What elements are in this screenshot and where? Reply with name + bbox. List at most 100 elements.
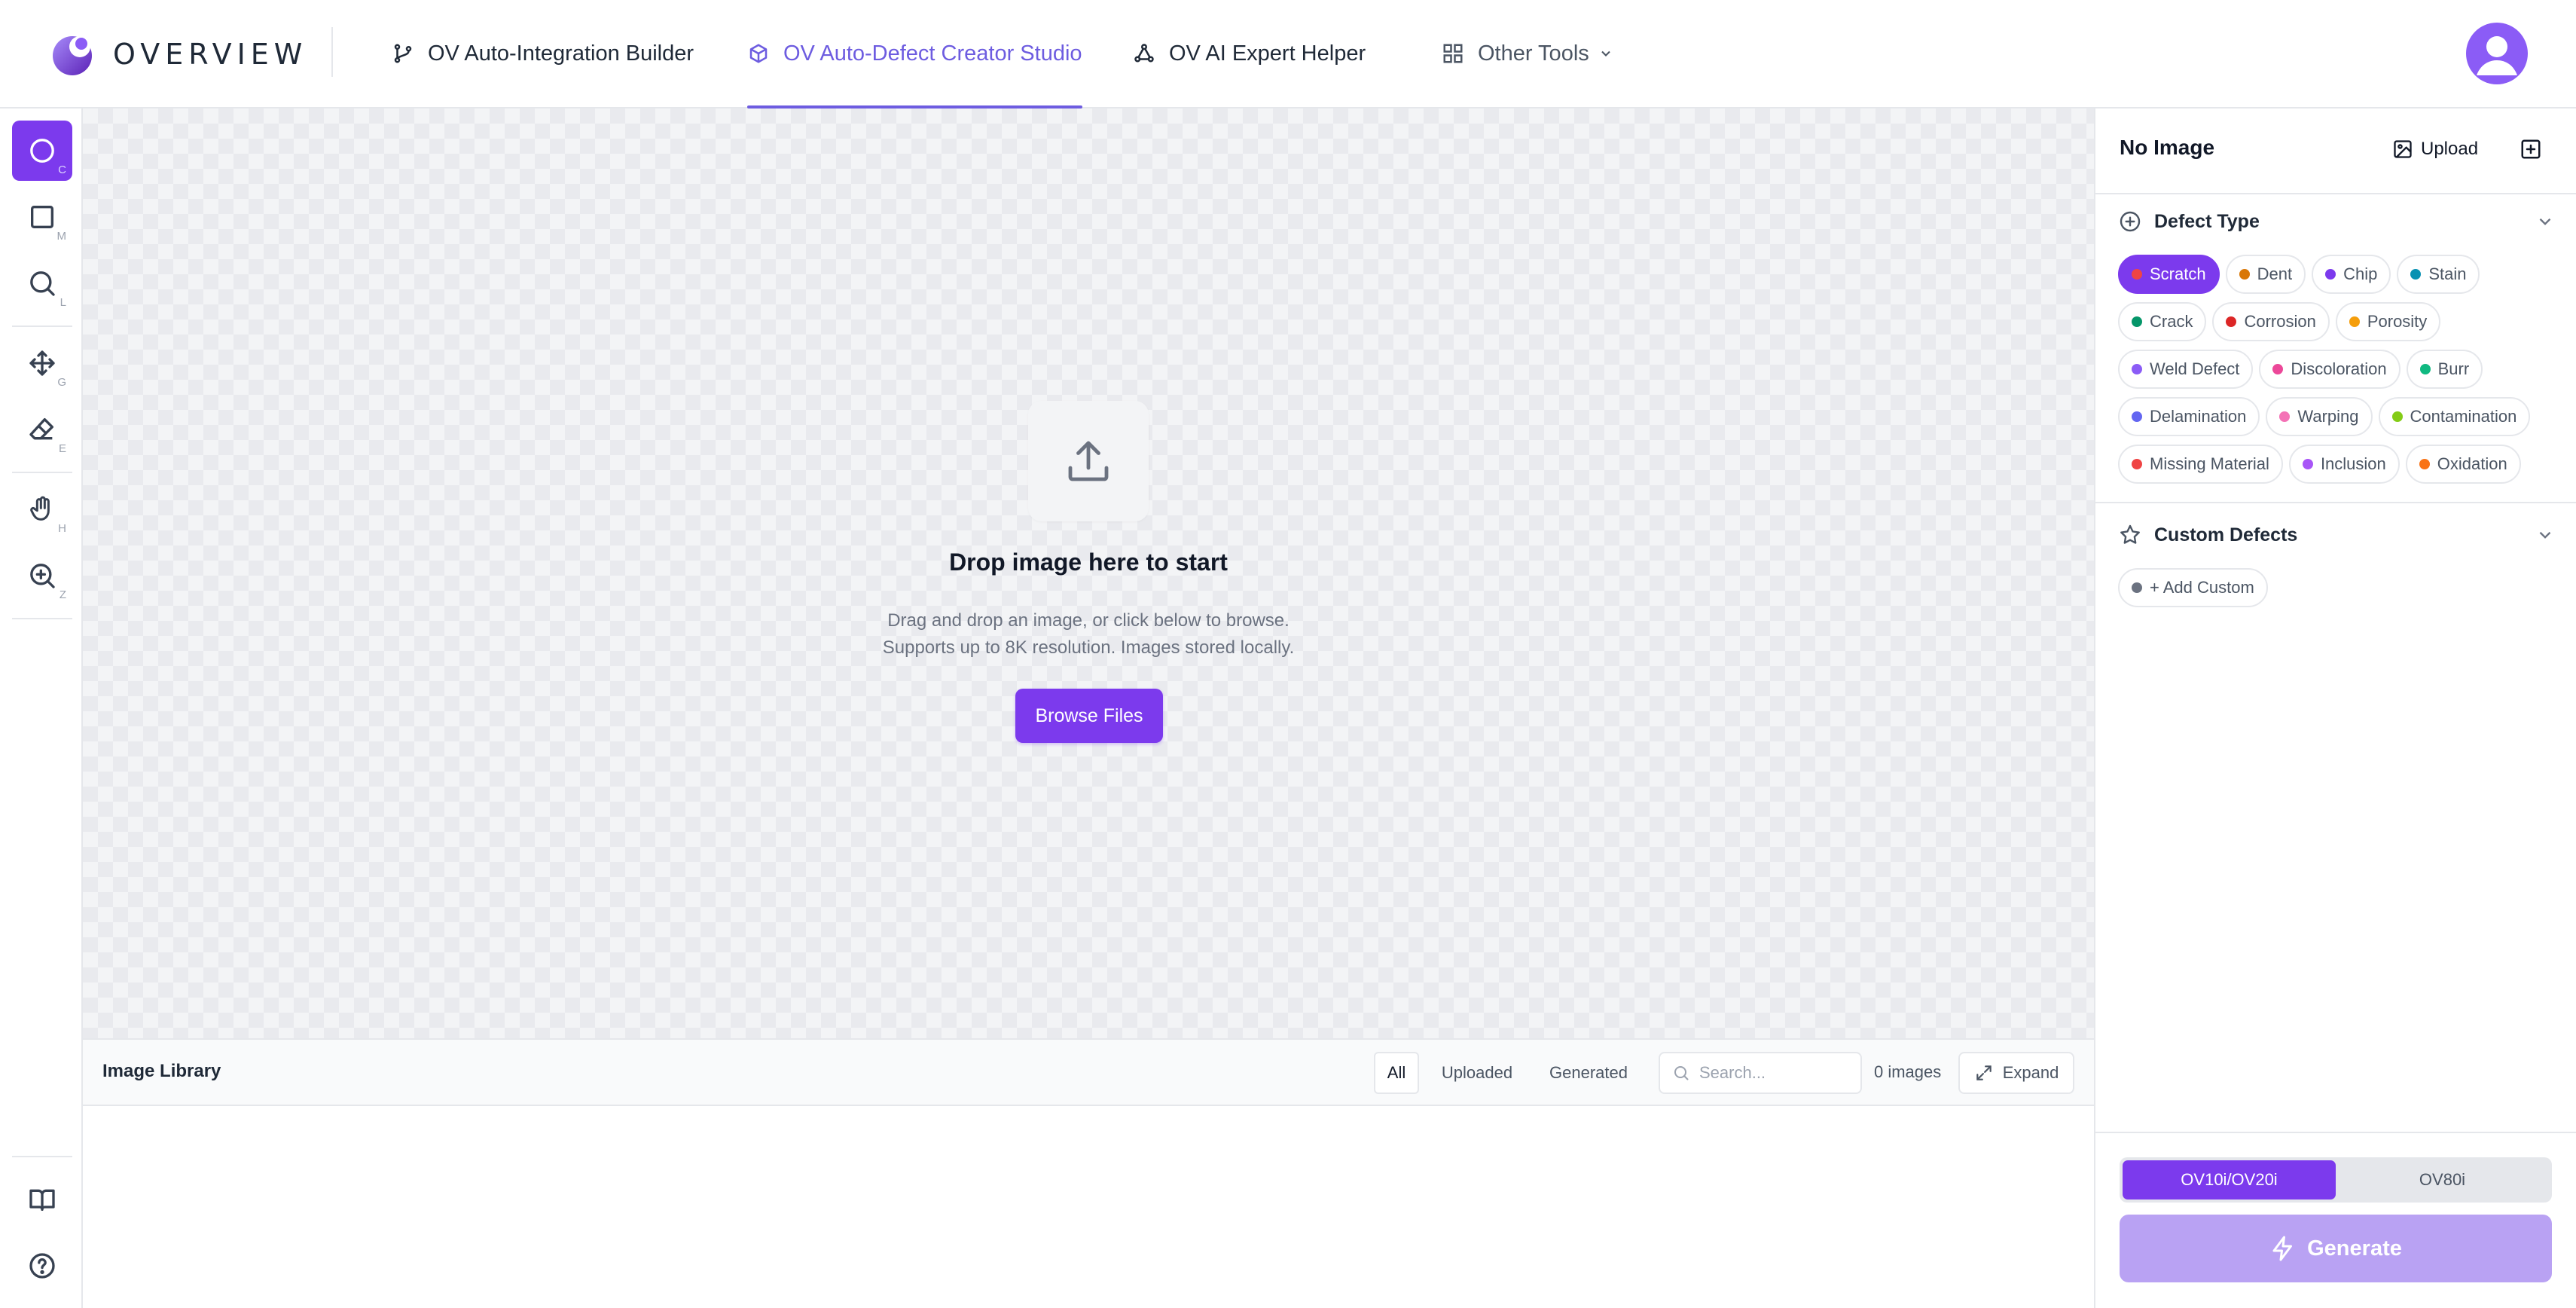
tab-label: OV AI Expert Helper	[1169, 41, 1366, 66]
custom-defects-section-header[interactable]: Custom Defects	[2118, 518, 2555, 552]
image-canvas-dropzone[interactable]: Drop image here to start Drag and drop a…	[83, 108, 2094, 1038]
chip-label: Dent	[2257, 264, 2293, 283]
circle-tool[interactable]: C	[12, 121, 72, 181]
chip-row: Crack Corrosion Porosity	[2118, 302, 2562, 350]
defect-chip-delamination[interactable]: Delamination	[2118, 397, 2260, 436]
user-avatar[interactable]	[2466, 23, 2528, 84]
defect-chip-burr[interactable]: Burr	[2406, 350, 2483, 389]
chip-label: Crack	[2150, 312, 2193, 331]
chip-label: Inclusion	[2320, 454, 2386, 473]
help-button[interactable]	[12, 1236, 72, 1296]
brand-logo[interactable]: OVERVIEW	[51, 32, 307, 77]
defect-chip-weld-defect[interactable]: Weld Defect	[2118, 350, 2254, 389]
library-search-input[interactable]	[1699, 1063, 1850, 1083]
upload-icon-box	[1028, 401, 1149, 521]
panel-divider	[2095, 502, 2576, 503]
upload-label: Upload	[2421, 139, 2479, 159]
circle-icon	[30, 139, 54, 163]
shortcut-key: E	[58, 442, 66, 455]
eraser-tool[interactable]: E	[12, 399, 72, 460]
defect-chip-warping[interactable]: Warping	[2266, 397, 2373, 436]
defect-chip-corrosion[interactable]: Corrosion	[2212, 302, 2330, 341]
defect-chip-contamination[interactable]: Contamination	[2378, 397, 2531, 436]
browse-files-button[interactable]: Browse Files	[1015, 689, 1163, 743]
other-tools-menu[interactable]: Other Tools	[1442, 0, 1613, 107]
add-image-button[interactable]	[2516, 134, 2546, 164]
defect-chip-chip[interactable]: Chip	[2312, 255, 2391, 294]
expand-library-button[interactable]: Expand	[1958, 1052, 2074, 1094]
filter-all[interactable]: All	[1374, 1052, 1419, 1094]
defect-chip-porosity[interactable]: Porosity	[2335, 302, 2441, 341]
tab-auto-integration-builder[interactable]: OV Auto-Integration Builder	[392, 0, 694, 107]
defect-chip-crack[interactable]: Crack	[2118, 302, 2207, 341]
model-option-ov80i[interactable]: OV80i	[2336, 1160, 2549, 1200]
add-custom-defect-button[interactable]: + Add Custom	[2118, 568, 2268, 607]
model-option-ov10i-ov20i[interactable]: OV10i/OV20i	[2123, 1160, 2336, 1200]
upload-button[interactable]: Upload	[2392, 133, 2478, 166]
chevron-down-icon	[2539, 531, 2551, 539]
network-icon	[1134, 44, 1154, 63]
expand-label: Expand	[2002, 1063, 2059, 1082]
image-count: 0 images	[1874, 1062, 1942, 1081]
tab-ai-expert-helper[interactable]: OV AI Expert Helper	[1133, 0, 1366, 107]
defect-chip-dent[interactable]: Dent	[2225, 255, 2306, 294]
zoom-tool[interactable]: Z	[12, 546, 72, 606]
move-icon	[29, 350, 55, 376]
chip-color-dot	[2226, 316, 2237, 327]
tab-label: OV Auto-Integration Builder	[428, 41, 694, 66]
properties-panel: No Image Upload Defect Type Scratch Dent C…	[2094, 108, 2576, 1308]
defect-chip-scratch[interactable]: Scratch	[2118, 255, 2220, 294]
chip-color-dot	[2279, 411, 2291, 422]
chip-color-dot	[2302, 459, 2313, 469]
chip-color-dot	[2239, 269, 2250, 280]
shortcut-key: H	[58, 522, 66, 535]
chip-color-dot	[2349, 316, 2360, 327]
eraser-icon	[29, 418, 54, 440]
image-library: Image Library All Uploaded Generated 0 i…	[83, 1038, 2094, 1308]
defect-chip-inclusion[interactable]: Inclusion	[2288, 445, 2400, 484]
docs-button[interactable]	[12, 1169, 72, 1230]
star-icon	[2120, 524, 2140, 544]
library-title: Image Library	[102, 1061, 221, 1081]
move-tool[interactable]: G	[12, 333, 72, 393]
defect-chip-stain[interactable]: Stain	[2397, 255, 2480, 294]
shortcut-key: M	[56, 230, 67, 243]
defect-chip-oxidation[interactable]: Oxidation	[2405, 445, 2521, 484]
defect-type-label: Defect Type	[2154, 210, 2260, 232]
user-icon	[2477, 36, 2517, 75]
toolbar-divider	[12, 472, 72, 473]
chevron-down-icon	[2539, 218, 2551, 225]
library-search[interactable]	[1659, 1052, 1862, 1094]
hand-tool[interactable]: H	[12, 479, 72, 539]
chevron-down-icon	[1601, 50, 1610, 57]
chip-color-dot	[2272, 364, 2284, 374]
chip-row: Scratch Dent Chip Stain	[2118, 255, 2562, 302]
generate-button[interactable]: Generate	[2120, 1215, 2552, 1282]
other-tools-label: Other Tools	[1478, 41, 1589, 66]
tab-auto-defect-creator-studio[interactable]: OV Auto-Defect Creator Studio	[747, 0, 1082, 108]
dropzone-description: Drag and drop an image, or click below t…	[887, 610, 1290, 631]
toolbar-divider	[12, 1156, 72, 1157]
book-icon	[29, 1189, 55, 1211]
upload-icon	[1068, 441, 1109, 481]
custom-defects-label: Custom Defects	[2154, 524, 2298, 546]
defect-chip-missing-material[interactable]: Missing Material	[2118, 445, 2283, 484]
rectangle-tool[interactable]: M	[12, 187, 72, 247]
chip-label: Scratch	[2150, 264, 2206, 283]
chip-color-dot	[2132, 269, 2142, 280]
git-branch-icon	[394, 44, 412, 63]
defect-type-section-header[interactable]: Defect Type	[2118, 205, 2555, 238]
chip-color-dot	[2419, 459, 2430, 469]
chip-label: Porosity	[2367, 312, 2428, 331]
plus-square-icon	[2521, 139, 2541, 159]
chip-color-dot	[2132, 364, 2142, 374]
generate-label: Generate	[2307, 1236, 2402, 1261]
defect-chip-discoloration[interactable]: Discoloration	[2259, 350, 2401, 389]
help-circle-icon	[29, 1253, 55, 1279]
grid-icon	[1443, 44, 1463, 63]
lasso-tool[interactable]: L	[12, 253, 72, 313]
filter-generated[interactable]: Generated	[1540, 1052, 1637, 1094]
brand-name: OVERVIEW	[113, 38, 308, 71]
tab-label: OV Auto-Defect Creator Studio	[783, 41, 1082, 66]
filter-uploaded[interactable]: Uploaded	[1431, 1052, 1523, 1094]
